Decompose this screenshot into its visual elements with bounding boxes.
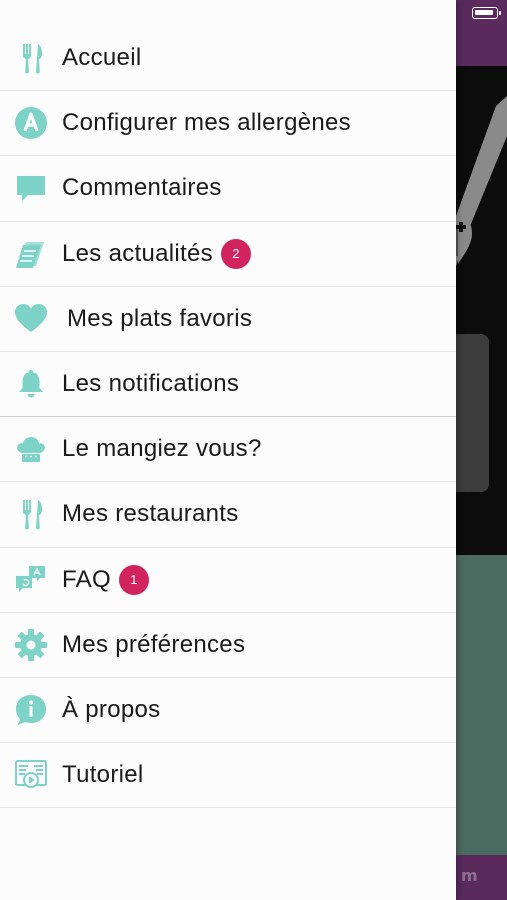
bell-icon xyxy=(14,367,48,401)
menu-item-restaurants[interactable]: Mes restaurants xyxy=(0,482,456,548)
menu-item-a-propos[interactable]: À propos xyxy=(0,678,456,744)
menu-label: Tutoriel xyxy=(62,761,144,789)
menu-label: FAQ xyxy=(62,565,111,593)
menu-item-accueil[interactable]: Accueil xyxy=(0,26,456,92)
menu-item-faq[interactable]: FAQ 1 xyxy=(0,548,456,613)
gear-icon xyxy=(14,628,48,662)
menu-label: Les notifications xyxy=(62,370,240,398)
house-roof-shape xyxy=(456,96,507,266)
menu-label: Commentaires xyxy=(62,174,222,202)
menu-label: Mes restaurants xyxy=(62,500,239,528)
menu-item-plats-favoris[interactable]: Mes plats favoris xyxy=(0,287,456,352)
background-card xyxy=(456,334,489,492)
menu-label: Configurer mes allergènes xyxy=(62,109,351,137)
chef-hat-icon xyxy=(14,432,48,466)
menu-label: Accueil xyxy=(62,44,142,72)
background-green-panel xyxy=(456,555,507,855)
background-app[interactable]: m xyxy=(456,0,507,900)
menu-item-tutoriel[interactable]: Tutoriel xyxy=(0,743,456,809)
menu-item-preferences[interactable]: Mes préférences xyxy=(0,613,456,678)
newspaper-icon xyxy=(14,237,48,271)
navigation-drawer: Accueil Configurer mes allergènes Commen… xyxy=(0,0,456,900)
background-bottom-text: m xyxy=(461,866,478,885)
allergen-a-icon xyxy=(14,106,48,140)
tutorial-icon xyxy=(14,758,48,792)
menu-label: À propos xyxy=(62,695,161,723)
menu-list: Accueil Configurer mes allergènes Commen… xyxy=(0,26,456,809)
menu-label: Les actualités xyxy=(62,239,213,267)
menu-item-allergenes[interactable]: Configurer mes allergènes xyxy=(0,91,456,157)
battery-icon xyxy=(472,7,501,19)
comment-bubble-icon xyxy=(14,171,48,205)
menu-label: Mes préférences xyxy=(62,630,246,658)
menu-item-commentaires[interactable]: Commentaires xyxy=(0,156,456,222)
info-icon xyxy=(14,693,48,727)
faq-bubbles-icon xyxy=(14,563,48,597)
menu-item-notifications[interactable]: Les notifications xyxy=(0,352,456,418)
heart-icon xyxy=(14,302,48,336)
fork-knife-icon xyxy=(14,497,48,531)
menu-item-actualites[interactable]: Les actualités 2 xyxy=(0,222,456,287)
menu-item-mangiez-vous[interactable]: Le mangiez vous? xyxy=(0,417,456,483)
status-bar xyxy=(0,0,456,26)
notification-badge: 1 xyxy=(118,564,149,595)
menu-label: Mes plats favoris xyxy=(67,304,253,332)
notification-badge: 2 xyxy=(220,238,251,269)
fork-knife-icon xyxy=(14,41,48,75)
menu-label: Le mangiez vous? xyxy=(62,435,262,463)
